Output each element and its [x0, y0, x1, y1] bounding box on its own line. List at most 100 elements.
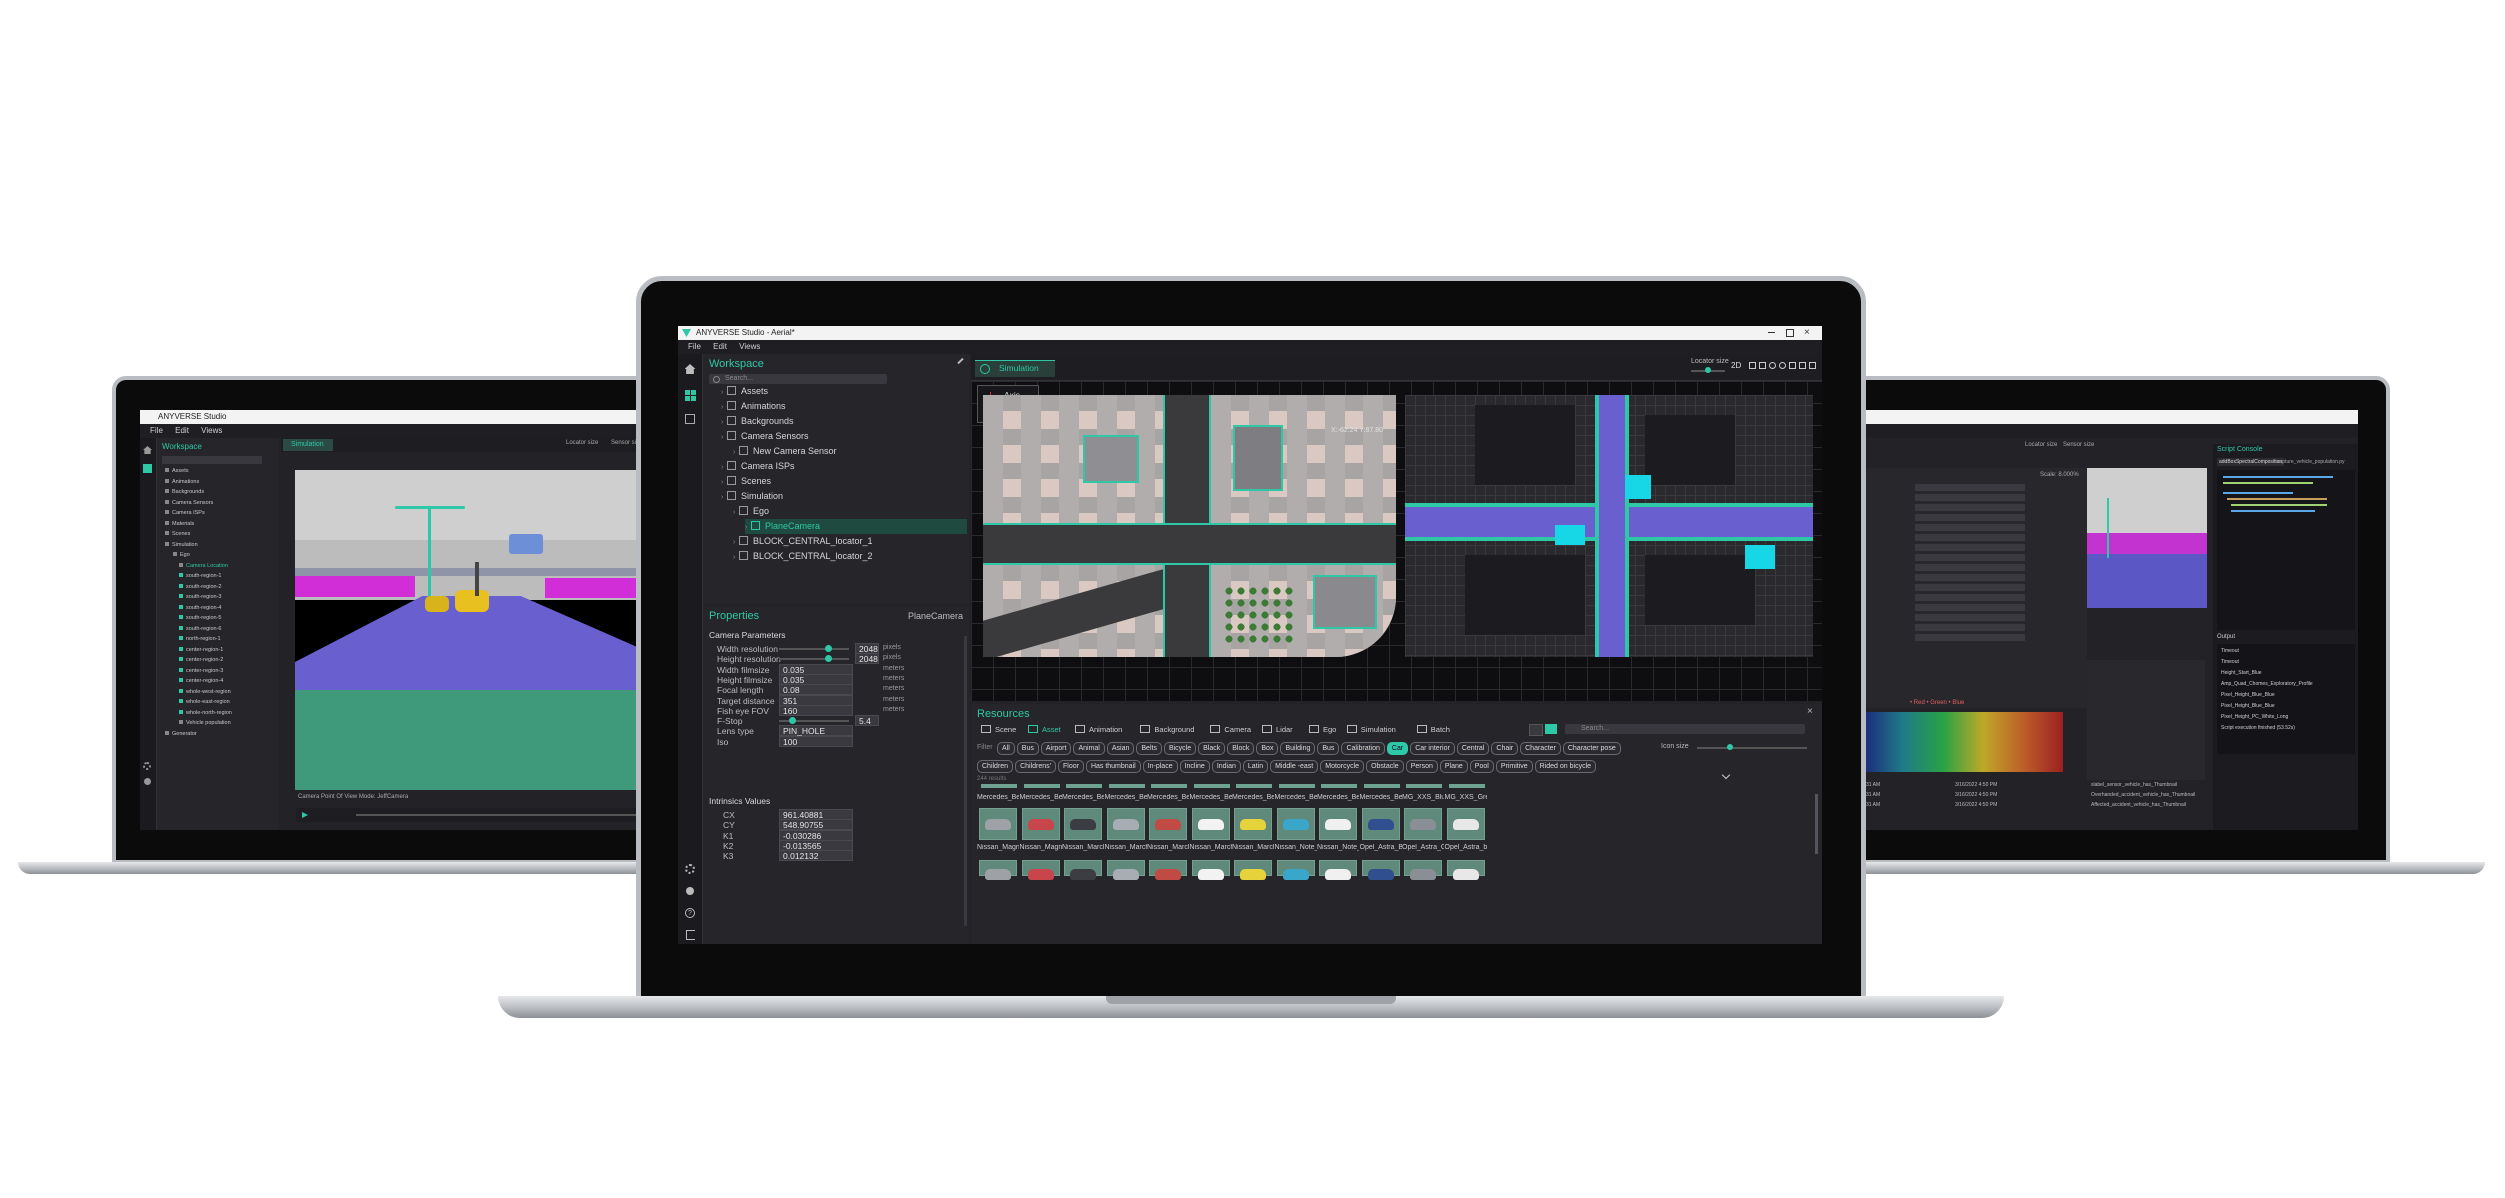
- code-editor[interactable]: [2217, 470, 2355, 630]
- asset-label[interactable]: Mercedes_Benz_...: [1317, 794, 1359, 801]
- asset-label[interactable]: Nissan_March_...: [1190, 844, 1232, 851]
- right-field-input[interactable]: [1915, 484, 2025, 491]
- right-field-input[interactable]: [1915, 614, 2025, 621]
- filter-chip[interactable]: Chair: [1491, 742, 1519, 755]
- asset-label[interactable]: Nissan_Note_Ep...: [1317, 844, 1359, 851]
- left-tree-item[interactable]: Ego: [173, 552, 190, 558]
- asset-label[interactable]: Mercedes_Benz_...: [1190, 794, 1232, 801]
- asset-label[interactable]: Mercedes_Benz_...: [1105, 794, 1147, 801]
- right-field-input[interactable]: [1915, 514, 2025, 521]
- grid-view-icon[interactable]: [1759, 362, 1766, 369]
- left-simulation-tab[interactable]: Simulation: [283, 439, 333, 451]
- asset-thumbnail[interactable]: [1404, 808, 1442, 840]
- filter-chip[interactable]: Rided on bicycle: [1534, 760, 1597, 773]
- left-tree-item[interactable]: Camera Location: [179, 562, 228, 569]
- collapse-icon[interactable]: [1809, 362, 1816, 369]
- resource-tab-ego[interactable]: Ego: [1309, 724, 1336, 736]
- asset-label[interactable]: Mercedes_Benz_...: [1062, 794, 1104, 801]
- left-timeline-bar[interactable]: [296, 808, 658, 822]
- asset-thumbnail[interactable]: [1106, 808, 1145, 840]
- filter-chip[interactable]: Building: [1280, 742, 1316, 755]
- icon-size-thumb[interactable]: [1727, 744, 1733, 750]
- right-field-input[interactable]: [1915, 624, 2025, 631]
- asset-thumbnail[interactable]: [1106, 860, 1145, 880]
- asset-thumbnail[interactable]: [1446, 808, 1485, 840]
- asset-thumbnail[interactable]: [1361, 860, 1400, 880]
- property-value-input[interactable]: 160: [779, 704, 853, 716]
- left-tree-item[interactable]: Assets: [165, 468, 189, 474]
- filter-chip[interactable]: In-place: [1142, 760, 1178, 773]
- asset-thumbnail[interactable]: [1064, 860, 1102, 880]
- left-menu-file[interactable]: File: [150, 426, 163, 435]
- filter-chip[interactable]: Block: [1227, 742, 1255, 755]
- left-tree-item[interactable]: south-region-2: [179, 583, 221, 590]
- tree-item[interactable]: › New Camera Sensor: [733, 444, 837, 459]
- grid-view-button[interactable]: [1545, 724, 1557, 734]
- asset-label[interactable]: Opel_Astra_Grey: [1402, 844, 1444, 851]
- filter-chip[interactable]: Bicycle: [1163, 742, 1197, 755]
- resources-search-input[interactable]: Search...: [1565, 724, 1805, 734]
- property-slider-thumb[interactable]: [825, 655, 833, 663]
- user-icon[interactable]: [144, 778, 151, 785]
- filter-chip[interactable]: Indian: [1211, 760, 1241, 773]
- filter-chip[interactable]: Calibration: [1341, 742, 1385, 755]
- asset-thumbnail[interactable]: [1234, 808, 1272, 840]
- left-tree-item[interactable]: Simulation: [165, 541, 198, 548]
- maximize-icon[interactable]: [1786, 329, 1794, 337]
- pin-icon[interactable]: [1779, 362, 1786, 369]
- tree-item[interactable]: › Backgrounds: [721, 414, 794, 429]
- asset-thumbnail[interactable]: [1276, 860, 1315, 880]
- asset-label[interactable]: Mercedes_Benz_...: [1147, 794, 1189, 801]
- asset-label[interactable]: Opel_Astra_Blue...: [1360, 844, 1402, 851]
- menu-edit[interactable]: Edit: [713, 342, 727, 351]
- logout-icon[interactable]: [683, 928, 697, 942]
- filter-chip[interactable]: Motorcycle: [1320, 760, 1365, 773]
- asset-label[interactable]: Mercedes_Benz_...: [1020, 794, 1062, 801]
- filter-chip[interactable]: Bus: [1317, 742, 1340, 755]
- asset-label[interactable]: Opel_Astra_bron...: [1445, 844, 1487, 851]
- right-field-input[interactable]: [1915, 594, 2025, 601]
- asset-thumbnail[interactable]: [1319, 860, 1357, 880]
- tree-item[interactable]: › Animations: [721, 399, 786, 414]
- resource-tab-simulation[interactable]: Simulation: [1346, 724, 1396, 736]
- edit-pencil-icon[interactable]: [957, 357, 964, 365]
- left-tree-item[interactable]: south-region-4: [179, 604, 221, 611]
- property-slider[interactable]: [779, 655, 849, 663]
- filter-chip[interactable]: Obstacle: [1366, 760, 1404, 773]
- tree-item[interactable]: › BLOCK_CENTRAL_locator_2: [733, 549, 873, 564]
- left-tree-item[interactable]: center-region-1: [179, 646, 223, 653]
- asset-thumbnail[interactable]: [1021, 808, 1060, 840]
- filter-chip[interactable]: Central: [1456, 742, 1490, 755]
- asset-thumbnail[interactable]: [1276, 808, 1315, 840]
- asset-thumbnail[interactable]: [1191, 808, 1230, 840]
- filter-chip[interactable]: Car interior: [1410, 742, 1455, 755]
- gear-icon[interactable]: [143, 762, 151, 770]
- asset-label[interactable]: MG_XXS_GreyPe...: [1445, 794, 1487, 801]
- user-icon[interactable]: [683, 884, 697, 898]
- left-tree-item[interactable]: center-region-2: [179, 657, 223, 663]
- left-tree-item[interactable]: Backgrounds: [165, 489, 204, 495]
- filter-chip[interactable]: Box: [1256, 742, 1279, 755]
- asset-label[interactable]: Mercedes_Benz_...: [977, 794, 1019, 801]
- fit-icon[interactable]: [1789, 362, 1796, 369]
- filter-chip[interactable]: Latin: [1242, 760, 1269, 773]
- tree-item[interactable]: › Camera Sensors: [721, 429, 809, 444]
- asset-grid-scrollbar[interactable]: [1815, 794, 1818, 854]
- filter-chip[interactable]: Has thumbnail: [1085, 760, 1141, 773]
- right-field-input[interactable]: [1915, 634, 2025, 641]
- asset-label[interactable]: Mercedes_Benz_...: [1360, 794, 1402, 801]
- filter-chip[interactable]: All: [997, 742, 1015, 755]
- grid-icon[interactable]: [143, 464, 152, 473]
- play-icon[interactable]: [302, 812, 308, 818]
- right-field-input[interactable]: [1915, 554, 2025, 561]
- menu-file[interactable]: File: [688, 342, 701, 351]
- right-field-input[interactable]: [1915, 504, 2025, 511]
- menu-views[interactable]: Views: [739, 342, 760, 351]
- resource-tab-animation[interactable]: Animation: [1075, 724, 1122, 736]
- asset-label[interactable]: Nissan_March_Bl...: [1062, 844, 1104, 851]
- asset-label[interactable]: Nissan_Magnite_...: [1020, 844, 1062, 851]
- tree-item[interactable]: › Assets: [721, 384, 768, 399]
- asset-thumbnail[interactable]: [1149, 860, 1187, 880]
- filter-chip[interactable]: Animal: [1073, 742, 1105, 755]
- asset-label[interactable]: Nissan_March_R...: [1147, 844, 1189, 851]
